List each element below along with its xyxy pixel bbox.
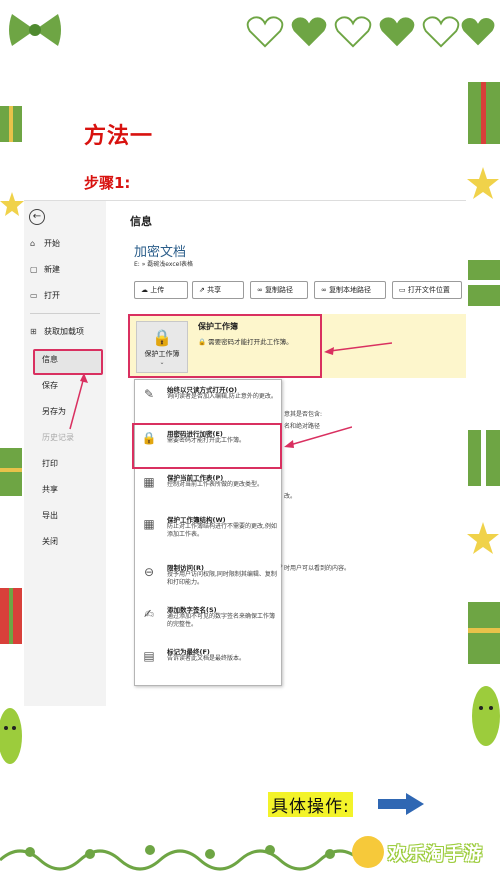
- gift-box-icon: [0, 448, 22, 496]
- document-path: E: » 磊碗浅excel表格: [134, 261, 193, 268]
- protect-highlight-box: [128, 314, 322, 378]
- sidebar-item-addins[interactable]: ⊞ 获取加载项: [30, 325, 84, 339]
- encrypt-highlight-box: [132, 423, 282, 469]
- sidebar-item-close[interactable]: 关闭: [42, 535, 58, 549]
- star-icon: [467, 522, 499, 554]
- excel-backstage-screenshot: ← ⌂ 开始 ▢ 新建 ▭ 打开 ⊞ 获取加载项 信息 保存 另存为 历史记录 打印 共…: [24, 200, 466, 706]
- home-icon: ⌂: [30, 239, 36, 248]
- annotation-arrow: [284, 426, 352, 448]
- background-info-text: 意其是否包含:: [284, 411, 323, 418]
- open-file-location-button[interactable]: ▭ 打开文件位置: [392, 281, 462, 299]
- info-heading: 信息: [130, 215, 152, 228]
- gift-box-icon: [468, 602, 500, 664]
- background-info-text: 时用户可以看到的内容。: [284, 565, 351, 572]
- bow-icon: [9, 14, 61, 46]
- copy-local-path-button[interactable]: ∞ 复制本地路径: [314, 281, 386, 299]
- sidebar-item-save[interactable]: 保存: [42, 379, 58, 393]
- share-icon: ⇗: [199, 286, 208, 294]
- addin-icon: ⊞: [30, 327, 37, 336]
- backstage-info-pane: 信息 加密文档 E: » 磊碗浅excel表格 ☁ 上传 ⇗ 共享 ∞ 复制路径…: [106, 201, 466, 706]
- sheet-lock-icon: ▦: [143, 475, 155, 489]
- chevron-right-icon: ›: [280, 562, 283, 570]
- watermark-text: 欢乐淘手游: [388, 844, 483, 865]
- sidebar-item-new[interactable]: ▢ 新建: [30, 263, 60, 277]
- gift-box-icon: [0, 106, 22, 142]
- heart-filled-icon: [379, 17, 415, 47]
- heart-filled-icon: [291, 17, 327, 47]
- background-info-text: 改。: [284, 493, 297, 500]
- back-arrow-icon[interactable]: ←: [29, 209, 45, 225]
- pen-icon: ✎: [143, 387, 155, 401]
- upload-button[interactable]: ☁ 上传: [134, 281, 188, 299]
- heart-filled-icon: [461, 18, 495, 46]
- menu-item-restrict-access[interactable]: ⊖ 限制访问(R) 授予用户访问权限,同时限制其编辑、复制和打印能力。 ›: [139, 560, 283, 594]
- menu-item-read-only[interactable]: ✎ 始终以只读方式打开(O) 询问读者是否加入编辑,防止意外的更改。: [139, 382, 279, 416]
- sidebar-item-home[interactable]: ⌂ 开始: [30, 237, 60, 251]
- annotation-arrow: [324, 342, 392, 355]
- annotation-arrow: [69, 373, 88, 430]
- cloud-upload-icon: ☁: [141, 286, 151, 294]
- pea-character-icon: [472, 686, 500, 746]
- sidebar-item-open[interactable]: ▭ 打开: [30, 289, 60, 303]
- signature-icon: ✍: [143, 607, 155, 621]
- star-icon: [467, 167, 499, 199]
- folder-icon: ▭: [399, 286, 408, 294]
- gift-box-icon: [0, 588, 22, 644]
- menu-item-mark-final[interactable]: ▤ 标记为最终(F) 告诉读者此文档是最终版本。: [139, 644, 279, 678]
- menu-item-digital-signature[interactable]: ✍ 添加数字签名(S) 通过添加不可见的数字签名来确保工作簿的完整性。: [139, 602, 279, 636]
- workbook-structure-icon: ▦: [143, 517, 155, 531]
- page-title: 方法一: [84, 124, 154, 149]
- sidebar-item-history: 历史记录: [42, 433, 74, 442]
- sidebar-item-export[interactable]: 导出: [42, 509, 58, 523]
- share-button[interactable]: ⇗ 共享: [192, 281, 244, 299]
- link-icon: ∞: [257, 286, 266, 294]
- folder-open-icon: ▭: [30, 291, 38, 300]
- top-decoration-strip: [0, 0, 500, 62]
- heart-outline-icon: [334, 16, 372, 48]
- link-icon: ∞: [321, 286, 330, 294]
- gift-box-icon: [468, 260, 500, 306]
- sidebar-divider: [30, 313, 100, 314]
- menu-item-protect-sheet[interactable]: ▦ 保护当前工作表(P) 控制对当前工作表所做的更改类型。: [139, 470, 279, 504]
- gift-box-icon: [468, 430, 500, 486]
- watermark-logo-icon: [352, 836, 384, 868]
- sidebar-item-info[interactable]: 信息: [42, 353, 58, 367]
- heart-outline-icon: [422, 16, 460, 48]
- sidebar-item-print[interactable]: 打印: [42, 457, 58, 471]
- final-mark-icon: ▤: [143, 649, 155, 663]
- document-title: 加密文档: [134, 245, 187, 260]
- copy-path-button[interactable]: ∞ 复制路径: [250, 281, 308, 299]
- star-icon: [0, 192, 24, 216]
- backstage-sidebar: ← ⌂ 开始 ▢ 新建 ▭ 打开 ⊞ 获取加载项 信息 保存 另存为 历史记录 打印 共…: [24, 201, 106, 706]
- restrict-icon: ⊖: [143, 565, 155, 579]
- gift-box-icon: [468, 82, 500, 144]
- menu-item-protect-structure[interactable]: ▦ 保护工作簿结构(W) 防止对工作簿结构进行不需要的更改,例如添加工作表。: [139, 512, 279, 546]
- new-file-icon: ▢: [30, 265, 38, 274]
- heart-outline-icon: [246, 16, 284, 48]
- step-label: 步骤1:: [84, 174, 131, 192]
- sidebar-item-share[interactable]: 共享: [42, 483, 58, 497]
- pea-character-icon: [0, 708, 22, 764]
